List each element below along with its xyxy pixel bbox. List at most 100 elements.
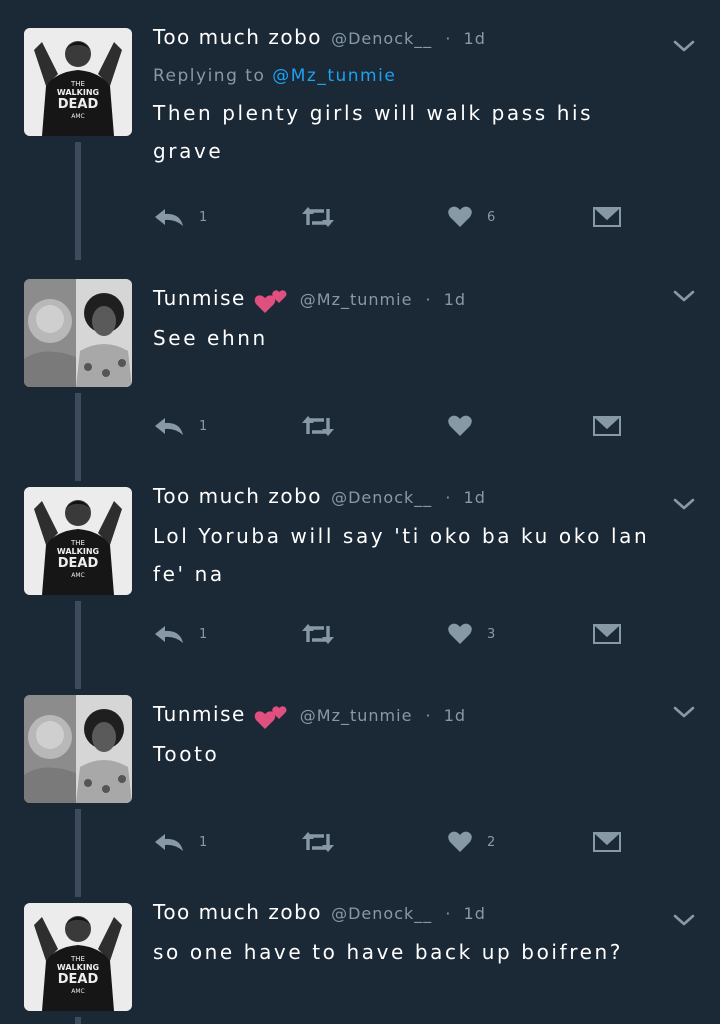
reply-button[interactable]: 1 [153, 827, 208, 857]
separator-dot: · [425, 290, 431, 309]
reply-arrow-icon [155, 209, 183, 226]
like-button[interactable]: 3 [447, 619, 496, 649]
tweet[interactable]: Tunmise @Mz_tunmie · 1d Tooto 1 2 [0, 680, 720, 890]
two-hearts-emoji [254, 705, 287, 729]
author-handle[interactable]: @Denock__ [331, 904, 432, 923]
reply-arrow-icon [155, 418, 183, 435]
tweet-text: Then plenty girls will walk pass his gra… [153, 101, 594, 163]
like-count: 6 [487, 209, 497, 225]
timestamp[interactable]: 1d [444, 290, 466, 309]
tweet-content: Too much zobo @Denock__ · 1d Lol Yoruba … [153, 481, 660, 593]
tweet-text: See ehnn [153, 326, 268, 350]
chevron-down-icon[interactable] [672, 704, 696, 720]
avatar[interactable] [24, 279, 132, 387]
heart-icon [448, 623, 472, 644]
tweet-header: Too much zobo @Denock__ · 1d [153, 897, 660, 927]
tweet-header: Tunmise @Mz_tunmie · 1d [153, 699, 660, 729]
shirt-text-line: THE [70, 539, 85, 547]
retweet-icon [302, 416, 334, 436]
author-name[interactable]: Too much zobo [153, 25, 322, 49]
walking-dead-shirt-avatar: THE WALKING DEAD AMC [24, 903, 132, 1011]
heart-icon [448, 831, 472, 852]
separator-dot: · [425, 706, 431, 725]
tweet-header: Too much zobo @Denock__ · 1d [153, 481, 660, 511]
like-button[interactable]: 2 [447, 827, 496, 857]
shirt-text-line: THE [70, 955, 85, 963]
tweet-content: Tunmise @Mz_tunmie · 1d Tooto [153, 699, 660, 773]
reply-count: 1 [199, 834, 209, 850]
shirt-text-line: THE [70, 80, 85, 88]
chevron-down-icon[interactable] [672, 496, 696, 512]
timestamp[interactable]: 1d [464, 904, 486, 923]
dm-button[interactable] [592, 411, 622, 441]
tweet-text: Lol Yoruba will say 'ti oko ba ku oko la… [153, 524, 650, 586]
reply-button[interactable]: 1 [153, 411, 208, 441]
like-button[interactable]: 6 [447, 202, 496, 232]
tweet-content: Too much zobo @Denock__ · 1d Replying to… [153, 22, 660, 170]
avatar[interactable]: THE WALKING DEAD AMC [24, 903, 132, 1011]
tweet-actions: 1 2 [153, 827, 633, 857]
tweet-actions: 1 3 [153, 619, 633, 649]
heart-icon [448, 206, 472, 227]
like-button[interactable] [447, 411, 487, 441]
walking-dead-shirt-avatar: THE WALKING DEAD AMC [24, 28, 132, 136]
dm-button[interactable] [592, 202, 622, 232]
dm-button[interactable] [592, 827, 622, 857]
mention-link[interactable]: @Mz_tunmie [272, 66, 396, 86]
reply-button[interactable]: 1 [153, 619, 208, 649]
avatar[interactable]: THE WALKING DEAD AMC [24, 28, 132, 136]
chevron-down-icon[interactable] [672, 38, 696, 54]
reply-count: 1 [199, 209, 209, 225]
avatar[interactable] [24, 695, 132, 803]
author-handle[interactable]: @Denock__ [331, 29, 432, 48]
reply-arrow-icon [155, 626, 183, 643]
author-handle[interactable]: @Mz_tunmie [300, 290, 413, 309]
envelope-icon [593, 624, 621, 644]
replying-to: Replying to @Mz_tunmie [153, 64, 660, 88]
retweet-button[interactable] [300, 411, 336, 441]
author-name[interactable]: Too much zobo [153, 484, 322, 508]
author-handle[interactable]: @Mz_tunmie [300, 706, 413, 725]
timeline: THE WALKING DEAD AMC Too much zobo @Deno… [0, 0, 720, 1024]
author-name[interactable]: Tunmise [153, 286, 246, 310]
chevron-down-icon[interactable] [672, 912, 696, 928]
shirt-text-line: AMC [71, 572, 84, 579]
shirt-text-line: WALKING [57, 547, 99, 556]
tweet-content: Too much zobo @Denock__ · 1d so one have… [153, 897, 660, 971]
author-handle[interactable]: @Denock__ [331, 488, 432, 507]
retweet-icon [302, 207, 334, 227]
two-hearts-emoji [254, 289, 287, 313]
separator-dot: · [445, 29, 451, 48]
author-name[interactable]: Too much zobo [153, 900, 322, 924]
dm-button[interactable] [592, 619, 622, 649]
tweet-header: Tunmise @Mz_tunmie · 1d [153, 283, 660, 313]
tweet[interactable]: Tunmise @Mz_tunmie · 1d See ehnn 1 [0, 260, 720, 470]
timestamp[interactable]: 1d [464, 29, 486, 48]
tweet[interactable]: THE WALKING DEAD AMC Too much zobo @Deno… [0, 0, 720, 260]
separator-dot: · [445, 904, 451, 923]
like-count: 2 [487, 834, 497, 850]
envelope-icon [593, 416, 621, 436]
retweet-button[interactable] [300, 827, 336, 857]
shirt-text-line: WALKING [57, 963, 99, 972]
split-portrait-avatar [24, 695, 132, 803]
shirt-text-line: DEAD [58, 972, 99, 987]
avatar[interactable]: THE WALKING DEAD AMC [24, 487, 132, 595]
tweet[interactable]: THE WALKING DEAD AMC Too much zobo @Deno… [0, 470, 720, 680]
timestamp[interactable]: 1d [464, 488, 486, 507]
envelope-icon [593, 832, 621, 852]
retweet-button[interactable] [300, 202, 336, 232]
retweet-icon [302, 832, 334, 852]
author-name[interactable]: Tunmise [153, 702, 246, 726]
retweet-button[interactable] [300, 619, 336, 649]
split-portrait-avatar [24, 279, 132, 387]
timestamp[interactable]: 1d [444, 706, 466, 725]
tweet[interactable]: THE WALKING DEAD AMC Too much zobo @Deno… [0, 890, 720, 1024]
reply-button[interactable]: 1 [153, 202, 208, 232]
tweet-text: so one have to have back up boifren? [153, 940, 624, 964]
reply-count: 1 [199, 418, 209, 434]
tweet-content: Tunmise @Mz_tunmie · 1d See ehnn [153, 283, 660, 357]
reply-arrow-icon [155, 834, 183, 851]
shirt-text-line: WALKING [57, 88, 99, 97]
chevron-down-icon[interactable] [672, 288, 696, 304]
